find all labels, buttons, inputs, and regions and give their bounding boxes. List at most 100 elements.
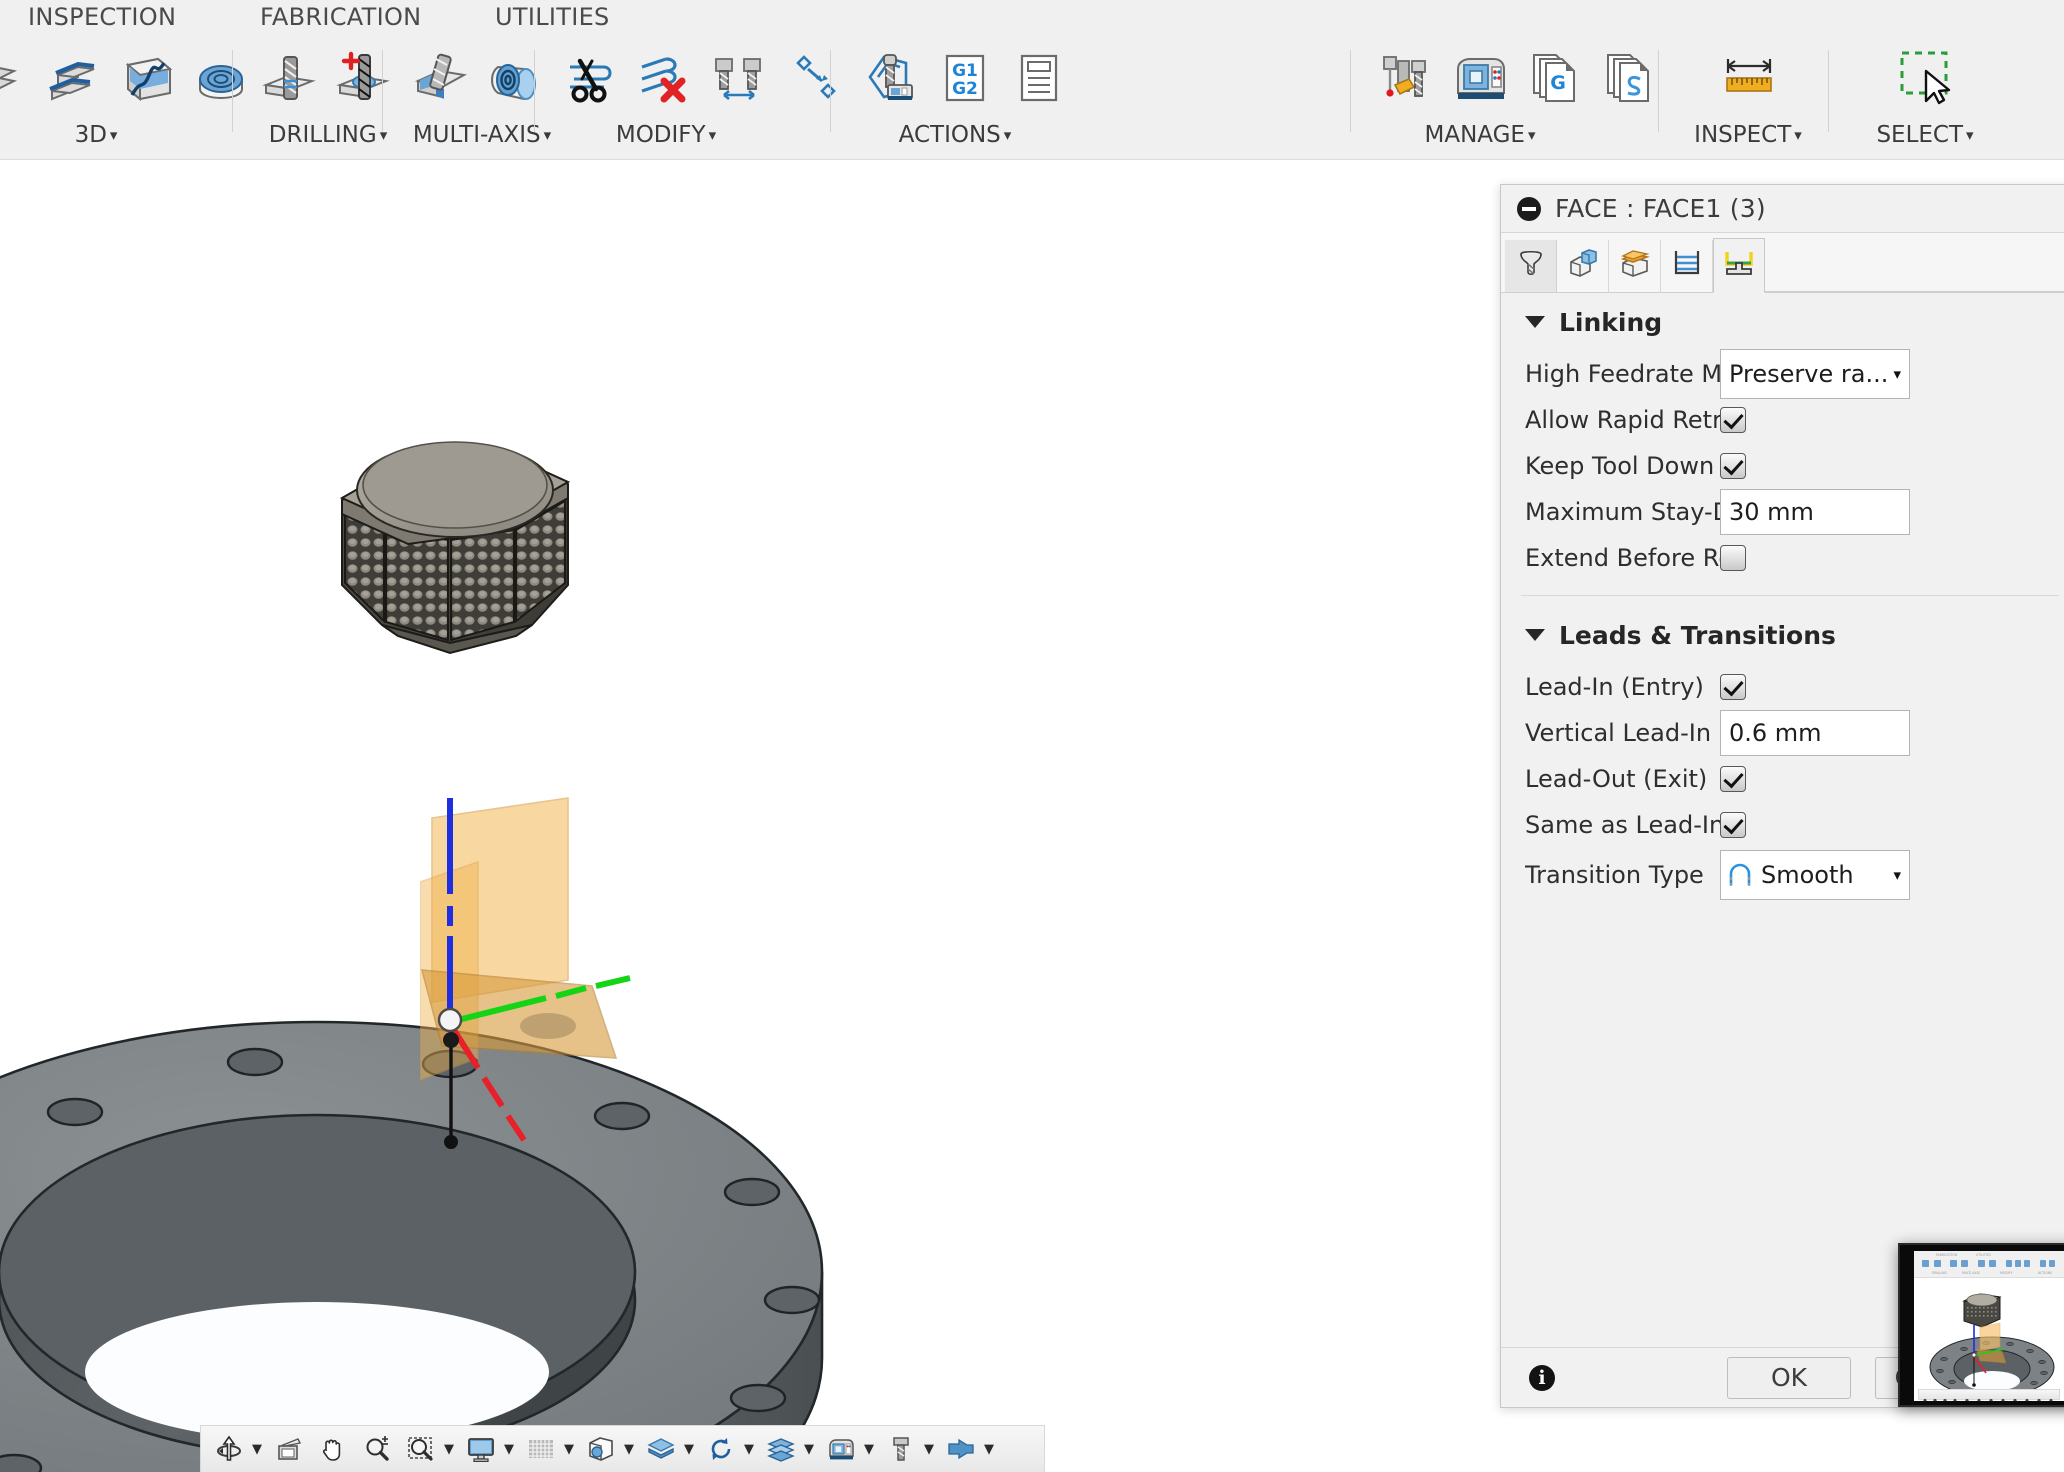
svg-text:G1: G1	[952, 61, 978, 81]
transition-type-dropdown[interactable]: Smooth ▾	[1720, 850, 1910, 900]
chevron-down-icon[interactable]: ▼	[249, 1429, 265, 1469]
parallel-3d-icon[interactable]	[0, 36, 36, 120]
ribbon-panel-modify-label[interactable]: MODIFY ▾	[506, 122, 826, 148]
look-at-button[interactable]	[267, 1429, 311, 1469]
view-navigation-bar[interactable]: ▼ ▼ ▼ ▼ ▼ ▼ ▼ ▼ ▼ ▼ ▼	[200, 1425, 1045, 1472]
svg-text:G: G	[1550, 72, 1566, 94]
ok-button[interactable]: OK	[1727, 1356, 1851, 1399]
dialog-tab-strip[interactable]	[1501, 233, 2064, 293]
setup-sheet-icon[interactable]	[1002, 36, 1076, 120]
lead-in-entry-checkbox[interactable]	[1720, 674, 1746, 700]
ribbon-panel-actions-label[interactable]: ACTIONS ▾	[820, 122, 1090, 148]
scissors-icon[interactable]	[554, 36, 628, 120]
grid-snap-button[interactable]: ▼	[519, 1429, 579, 1469]
zoom-button[interactable]	[355, 1429, 399, 1469]
object-visibility-button[interactable]: ▼	[759, 1429, 819, 1469]
ribbon-panel-manage-label[interactable]: MANAGE ▾	[1332, 122, 1628, 148]
knurled-knob-model[interactable]	[320, 380, 640, 714]
swarf-icon[interactable]	[404, 36, 478, 120]
delete-toolpath-icon[interactable]	[628, 36, 702, 120]
picture-in-picture-preview[interactable]: FABRICATION UTILITIES DRILLING MULTI-AXI…	[1898, 1243, 2064, 1407]
ribbon-tab-utilities[interactable]: UTILITIES	[495, 3, 610, 31]
tool-library-icon[interactable]	[1370, 36, 1444, 120]
machine-library-icon[interactable]	[1444, 36, 1518, 120]
lead-out-exit-checkbox[interactable]	[1720, 766, 1746, 792]
chevron-down-icon[interactable]: ▼	[861, 1429, 877, 1469]
operation-dialog[interactable]: FACE : FACE1 (3) Linking High Feedrate M…	[1500, 184, 2064, 1408]
chevron-down-icon[interactable]: ▼	[921, 1429, 937, 1469]
chevron-down-icon[interactable]: ▼	[561, 1429, 577, 1469]
smooth-transition-icon	[1727, 861, 1753, 889]
ribbon-panel-drilling-label[interactable]: DRILLING ▾	[240, 122, 416, 148]
dialog-title-bar[interactable]: FACE : FACE1 (3)	[1501, 185, 2064, 233]
tab-tool[interactable]	[1505, 240, 1557, 292]
chevron-down-icon[interactable]: ▼	[981, 1429, 997, 1469]
keep-tool-down-checkbox[interactable]	[1720, 453, 1746, 479]
orbit-button[interactable]: ▼	[207, 1429, 267, 1469]
tab-passes[interactable]	[1661, 240, 1713, 292]
ribbon-panel-select-label[interactable]: SELECT ▾	[1840, 122, 2010, 148]
ribbon-panel-3d-label[interactable]: 3D ▾	[0, 122, 230, 148]
ribbon-panel-modify-text: MODIFY	[615, 122, 706, 148]
template-library-doc-s-icon[interactable]	[1592, 36, 1666, 120]
simulate-icon[interactable]	[854, 36, 928, 120]
chevron-down-icon[interactable]: ▼	[621, 1429, 637, 1469]
display-settings-button[interactable]: ▼	[459, 1429, 519, 1469]
chevron-down-icon[interactable]: ▼	[501, 1429, 517, 1469]
allow-rapid-retract-checkbox[interactable]	[1720, 407, 1746, 433]
row-vertical-lead-in-radius: Vertical Lead-In Ra... 0.6 mm	[1501, 710, 2064, 756]
ribbon-tab-inspection[interactable]: INSPECTION	[28, 3, 176, 31]
same-as-lead-in-checkbox[interactable]	[1720, 812, 1746, 838]
wcs-origin-handle	[437, 1007, 463, 1033]
tab-geometry[interactable]	[1557, 240, 1609, 292]
leads-transitions-section-header[interactable]: Leads & Transitions	[1501, 606, 2064, 664]
ribbon-panel-inspect-text: INSPECT	[1694, 122, 1792, 148]
tab-linking[interactable]	[1713, 238, 1765, 293]
chevron-down-icon[interactable]: ▼	[681, 1429, 697, 1469]
dialog-tab-filler	[1765, 290, 2064, 292]
row-maximum-stay-down-distance: Maximum Stay-Do... 30 mm	[1501, 489, 2064, 535]
wcs-origin-gizmo[interactable]	[419, 790, 760, 1150]
post-library-doc-g-icon[interactable]: G	[1518, 36, 1592, 120]
ribbon-tab-fabrication[interactable]: FABRICATION	[260, 3, 421, 31]
maximum-stay-down-distance-input[interactable]: 30 mm	[1720, 489, 1910, 535]
chevron-down-icon[interactable]: ▼	[801, 1429, 817, 1469]
bore-plus-icon[interactable]	[328, 36, 402, 120]
viewport-views-button[interactable]: ▼	[579, 1429, 639, 1469]
vertical-lead-in-radius-input[interactable]: 0.6 mm	[1720, 710, 1910, 756]
chevron-down-icon[interactable]: ▼	[441, 1429, 457, 1469]
heights-icon	[1618, 246, 1652, 286]
svg-text:G2: G2	[952, 79, 978, 99]
contour-3d-icon[interactable]	[36, 36, 110, 120]
collapse-toggle-icon[interactable]	[1517, 196, 1541, 221]
info-icon[interactable]: i	[1529, 1364, 1555, 1391]
two-tools-icon[interactable]	[702, 36, 776, 120]
stock-view-button[interactable]: ▼	[939, 1429, 999, 1469]
tool-view-button[interactable]: ▼	[879, 1429, 939, 1469]
ribbon-panel-inspect-label[interactable]: INSPECT ▾	[1668, 122, 1828, 148]
reorder-icon[interactable]	[776, 36, 850, 120]
machine-view-button[interactable]: ▼	[819, 1429, 879, 1469]
high-feedrate-mode-dropdown[interactable]: Preserve ra... ▾	[1720, 349, 1910, 399]
section-divider	[1521, 595, 2059, 596]
multi-axis-contour-icon[interactable]	[478, 36, 552, 120]
zoom-window-button[interactable]: ▼	[399, 1429, 459, 1469]
tab-heights[interactable]	[1609, 240, 1661, 292]
refresh-button[interactable]: ▼	[699, 1429, 759, 1469]
extend-before-retract-checkbox[interactable]	[1720, 545, 1746, 571]
leads-transitions-section-title: Leads & Transitions	[1559, 620, 1836, 650]
zoom-window-icon	[401, 1429, 441, 1469]
zoom-icon	[357, 1429, 397, 1469]
measure-ruler-icon[interactable]	[1712, 36, 1786, 120]
linking-icon	[1722, 246, 1756, 286]
pocket-clearing-icon[interactable]	[110, 36, 184, 120]
drill-icon[interactable]	[254, 36, 328, 120]
chevron-down-icon[interactable]: ▼	[741, 1429, 757, 1469]
linking-section-header[interactable]: Linking	[1501, 293, 2064, 351]
window-select-marquee-icon[interactable]	[1888, 36, 1962, 120]
pan-button[interactable]	[311, 1429, 355, 1469]
post-process-g1g2-icon[interactable]: G1 G2	[928, 36, 1002, 120]
svg-text:UTILITIES: UTILITIES	[1976, 1253, 1991, 1257]
ribbon-panel-select: SELECT ▾	[1840, 36, 2010, 160]
visual-style-button[interactable]: ▼	[639, 1429, 699, 1469]
